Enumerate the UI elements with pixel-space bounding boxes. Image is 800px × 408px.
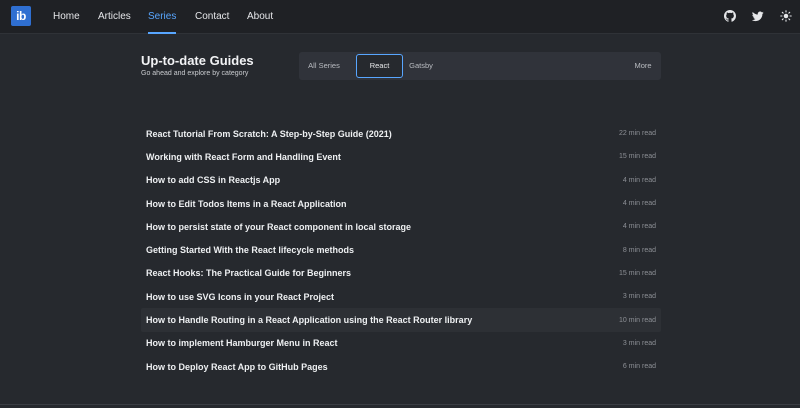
article-title: How to Handle Routing in a React Applica… bbox=[146, 315, 473, 326]
page-subtitle: Go ahead and explore by category bbox=[141, 70, 249, 77]
list-item[interactable]: Working with React Form and Handling Eve… bbox=[141, 145, 661, 168]
list-item[interactable]: React Hooks: The Practical Guide for Beg… bbox=[141, 262, 661, 285]
list-item[interactable]: How to add CSS in Reactjs App 4 min read bbox=[141, 169, 661, 192]
article-title: How to use SVG Icons in your React Proje… bbox=[146, 291, 335, 302]
article-title: How to Deploy React App to GitHub Pages bbox=[146, 361, 328, 372]
read-time: 4 min read bbox=[622, 176, 656, 184]
read-time: 10 min read bbox=[619, 316, 656, 324]
tab-all-series[interactable]: All Series bbox=[306, 54, 342, 78]
article-title: React Tutorial From Scratch: A Step-by-S… bbox=[146, 128, 392, 139]
tab-react[interactable]: React bbox=[356, 54, 403, 78]
read-time: 6 min read bbox=[622, 363, 656, 371]
sun-icon[interactable] bbox=[779, 9, 793, 23]
site-logo[interactable]: ib bbox=[11, 6, 31, 26]
category-tabs: All Series React Gatsby More bbox=[299, 52, 661, 80]
nav-contact[interactable]: Contact bbox=[195, 0, 229, 34]
article-title: How to add CSS in Reactjs App bbox=[146, 175, 281, 186]
read-time: 15 min read bbox=[619, 269, 656, 277]
nav-home[interactable]: Home bbox=[53, 0, 80, 34]
read-time: 3 min read bbox=[622, 293, 656, 301]
footer-divider bbox=[0, 404, 800, 405]
read-time: 22 min read bbox=[619, 130, 656, 138]
read-time: 8 min read bbox=[622, 246, 656, 254]
read-time: 15 min read bbox=[619, 153, 656, 161]
read-time: 4 min read bbox=[622, 223, 656, 231]
nav-articles[interactable]: Articles bbox=[98, 0, 131, 34]
list-item[interactable]: How to Handle Routing in a React Applica… bbox=[141, 308, 661, 332]
article-title: How to persist state of your React compo… bbox=[146, 221, 412, 232]
list-item[interactable]: Getting Started With the React lifecycle… bbox=[141, 238, 661, 261]
page-title: Up-to-date Guides bbox=[141, 53, 254, 68]
read-time: 3 min read bbox=[622, 339, 656, 347]
nav-series[interactable]: Series bbox=[148, 0, 177, 34]
article-title: How to Edit Todos Items in a React Appli… bbox=[146, 198, 347, 209]
tab-gatsby[interactable]: Gatsby bbox=[409, 54, 433, 78]
list-item[interactable]: How to persist state of your React compo… bbox=[141, 215, 661, 238]
article-title: How to implement Hamburger Menu in React bbox=[146, 338, 338, 349]
article-list: React Tutorial From Scratch: A Step-by-S… bbox=[141, 122, 661, 378]
list-item[interactable]: How to implement Hamburger Menu in React… bbox=[141, 332, 661, 355]
article-title: Getting Started With the React lifecycle… bbox=[146, 245, 354, 256]
list-item[interactable]: How to use SVG Icons in your React Proje… bbox=[141, 285, 661, 308]
article-title: React Hooks: The Practical Guide for Beg… bbox=[146, 268, 352, 279]
site-header: ib Home Articles Series Contact About bbox=[0, 0, 800, 34]
twitter-icon[interactable] bbox=[751, 9, 765, 23]
article-title: Working with React Form and Handling Eve… bbox=[146, 151, 341, 162]
list-item[interactable]: How to Deploy React App to GitHub Pages … bbox=[141, 355, 661, 378]
github-icon[interactable] bbox=[723, 9, 737, 23]
more-button[interactable]: More bbox=[633, 54, 653, 78]
nav-about[interactable]: About bbox=[247, 0, 273, 34]
list-item[interactable]: React Tutorial From Scratch: A Step-by-S… bbox=[141, 122, 661, 145]
list-item[interactable]: How to Edit Todos Items in a React Appli… bbox=[141, 192, 661, 215]
read-time: 4 min read bbox=[622, 200, 656, 208]
